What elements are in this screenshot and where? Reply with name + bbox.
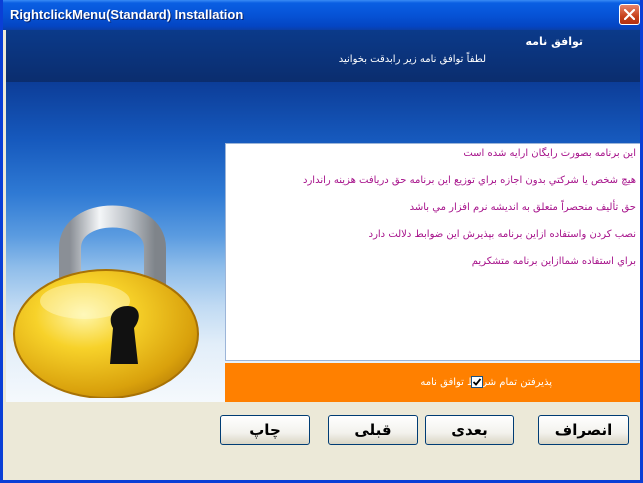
close-icon [624, 9, 635, 20]
print-button[interactable]: چاپ [220, 415, 310, 445]
agreement-line: براي استفاده شماازاين برنامه متشكريم [471, 256, 636, 267]
close-button[interactable] [619, 4, 640, 25]
agreement-text-box[interactable]: اين برنامه بصورت رايگان ارايه شده است هي… [225, 143, 640, 361]
title-bar[interactable]: RightclickMenu(Standard) Installation [3, 0, 640, 30]
padlock-icon [13, 205, 199, 398]
back-button[interactable]: قبلی [328, 415, 418, 445]
agreement-line: نصب كردن واستفاده ازاين برنامه بپذيرش اي… [368, 229, 636, 240]
accept-bar: پذيرفتن تمام شرايط توافق نامه [225, 363, 640, 402]
page-subtitle: لطفاً توافق نامه زير رابدقت بخوانيد [338, 54, 486, 65]
accept-checkbox[interactable] [471, 376, 483, 388]
agreement-line: اين برنامه بصورت رايگان ارايه شده است [463, 148, 636, 159]
accept-label[interactable]: پذيرفتن تمام شرايط توافق نامه [420, 377, 552, 388]
next-button[interactable]: بعدی [425, 415, 514, 445]
cancel-button[interactable]: انصراف [538, 415, 629, 445]
checkmark-icon [472, 378, 482, 386]
window-title: RightclickMenu(Standard) Installation [10, 7, 244, 22]
agreement-line: حق تأليف منحصراً متعلق به انديشه نرم افز… [409, 202, 636, 213]
header-panel: توافق نامه لطفاً توافق نامه زير رابدقت ب… [6, 30, 640, 82]
button-bar: چاپ قبلی بعدی انصراف [6, 402, 640, 480]
content-area: اين برنامه بصورت رايگان ارايه شده است هي… [6, 82, 640, 402]
installer-window: RightclickMenu(Standard) Installation تو… [0, 0, 643, 483]
page-title: توافق نامه [525, 35, 584, 48]
agreement-line: هيچ شخص يا شركتي بدون اجازه براي توزيع ا… [303, 175, 636, 186]
